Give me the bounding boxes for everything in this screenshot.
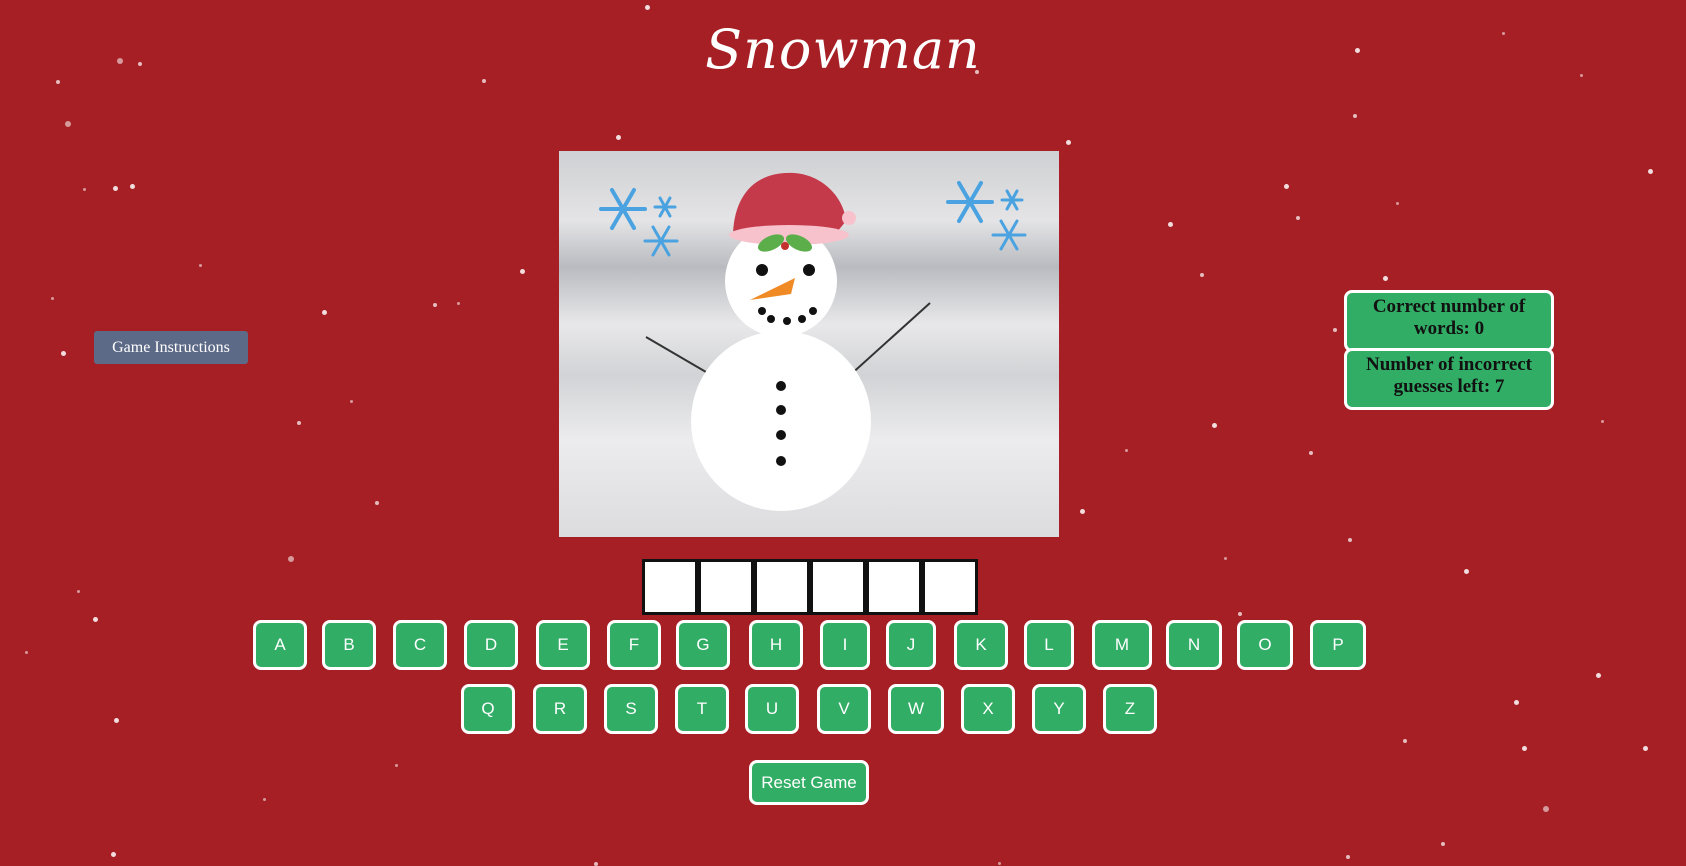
letter-slot xyxy=(642,559,698,615)
letter-slot xyxy=(922,559,978,615)
snowflake-icon xyxy=(599,188,679,257)
letter-key-p[interactable]: P xyxy=(1310,620,1366,670)
letter-key-f[interactable]: F xyxy=(607,620,661,670)
reset-game-button[interactable]: Reset Game xyxy=(749,760,869,805)
letter-slot xyxy=(810,559,866,615)
correct-words-counter: Correct number of words: 0 xyxy=(1344,290,1554,352)
letter-key-t[interactable]: T xyxy=(675,684,729,734)
letter-key-m[interactable]: M xyxy=(1092,620,1152,670)
page-title: Snowman xyxy=(705,18,981,81)
letter-key-s[interactable]: S xyxy=(604,684,658,734)
letter-key-e[interactable]: E xyxy=(536,620,590,670)
letter-slot xyxy=(698,559,754,615)
letter-key-l[interactable]: L xyxy=(1024,620,1074,670)
letter-key-d[interactable]: D xyxy=(464,620,518,670)
letter-key-i[interactable]: I xyxy=(820,620,870,670)
letter-key-j[interactable]: J xyxy=(886,620,936,670)
letter-key-k[interactable]: K xyxy=(954,620,1008,670)
snowflake-icon xyxy=(946,181,1027,251)
letter-key-q[interactable]: Q xyxy=(461,684,515,734)
letter-key-h[interactable]: H xyxy=(749,620,803,670)
snowman-image xyxy=(559,151,1059,537)
word-slots xyxy=(642,559,978,615)
letter-key-u[interactable]: U xyxy=(745,684,799,734)
letter-key-b[interactable]: B xyxy=(322,620,376,670)
letter-key-g[interactable]: G xyxy=(676,620,730,670)
letter-key-x[interactable]: X xyxy=(961,684,1015,734)
letter-key-c[interactable]: C xyxy=(393,620,447,670)
game-instructions-button[interactable]: Game Instructions xyxy=(94,331,248,364)
letter-key-a[interactable]: A xyxy=(253,620,307,670)
letter-key-z[interactable]: Z xyxy=(1103,684,1157,734)
letter-key-r[interactable]: R xyxy=(533,684,587,734)
letter-slot xyxy=(754,559,810,615)
letter-key-n[interactable]: N xyxy=(1166,620,1222,670)
letter-key-o[interactable]: O xyxy=(1237,620,1293,670)
letter-key-v[interactable]: V xyxy=(817,684,871,734)
letter-key-y[interactable]: Y xyxy=(1032,684,1086,734)
letter-key-w[interactable]: W xyxy=(888,684,944,734)
letter-slot xyxy=(866,559,922,615)
incorrect-guesses-counter: Number of incorrect guesses left: 7 xyxy=(1344,348,1554,410)
